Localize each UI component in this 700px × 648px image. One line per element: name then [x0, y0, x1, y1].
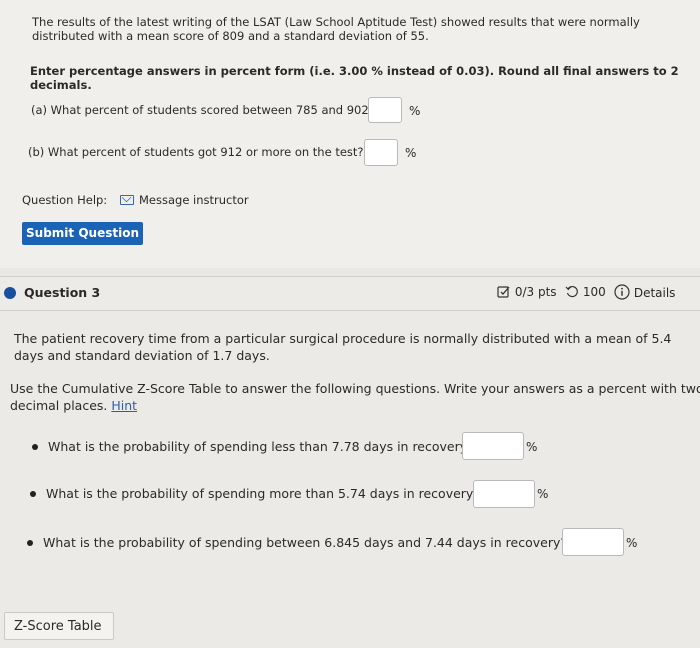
retry-icon	[565, 285, 578, 298]
instructions-line-2: decimal places. Hint	[10, 397, 137, 414]
submit-question-button[interactable]: Submit Question	[22, 222, 143, 245]
part-a-unit: %	[409, 104, 421, 118]
subquestion-2-answer-input[interactable]	[473, 480, 535, 508]
status-dot	[4, 287, 16, 299]
details-button[interactable]: Details	[614, 284, 675, 300]
info-icon	[614, 284, 630, 300]
envelope-icon	[120, 195, 134, 205]
z-score-table-button[interactable]: Z-Score Table	[4, 612, 114, 640]
part-b-unit: %	[405, 146, 417, 160]
question-stem-line-2: days and standard deviation of 1.7 days.	[14, 348, 270, 363]
question-stem-line-1: The patient recovery time from a particu…	[14, 331, 672, 346]
edit-check-icon	[497, 286, 510, 298]
hint-link[interactable]: Hint	[111, 398, 137, 413]
score-text: 0/3 pts	[514, 285, 557, 299]
instruction-line-1: Enter percentage answers in percent form…	[30, 64, 679, 78]
part-b-answer-input[interactable]	[364, 139, 398, 166]
subquestion-3-text: What is the probability of spending betw…	[43, 535, 567, 550]
message-instructor-label: Message instructor	[139, 193, 249, 207]
question-3-header: Question 3 0/3 pts 100 Details	[0, 276, 700, 311]
message-instructor-link[interactable]: Message instructor	[120, 193, 249, 208]
intro-line-1: The results of the latest writing of the…	[32, 15, 640, 29]
bullet-2	[30, 491, 36, 497]
part-a-label: (a) What percent of students scored betw…	[31, 103, 375, 117]
question-help-label: Question Help:	[22, 193, 108, 207]
subquestion-3-unit: %	[626, 536, 638, 550]
question-title: Question 3	[24, 285, 101, 300]
part-a-answer-input[interactable]	[368, 97, 402, 123]
subquestion-2-unit: %	[537, 487, 549, 501]
bullet-3	[27, 540, 33, 546]
score-badge: 0/3 pts	[497, 285, 557, 299]
subquestion-3-answer-input[interactable]	[562, 528, 624, 556]
instruction-line-2: decimals.	[30, 78, 92, 92]
subquestion-1-unit: %	[526, 440, 538, 454]
instructions-line-1: Use the Cumulative Z-Score Table to answ…	[10, 381, 700, 396]
subquestion-2-text: What is the probability of spending more…	[46, 486, 480, 501]
subquestion-1-answer-input[interactable]	[462, 432, 524, 460]
details-label: Details	[633, 286, 676, 300]
attempts-text: 100	[582, 285, 606, 299]
intro-line-2: distributed with a mean score of 809 and…	[32, 29, 429, 43]
part-b-label: (b) What percent of students got 912 or …	[28, 145, 364, 159]
bullet-1	[32, 444, 38, 450]
instructions-line-2-text: decimal places.	[10, 398, 108, 413]
attempts-badge: 100	[565, 285, 606, 299]
subquestion-1-text: What is the probability of spending less…	[48, 439, 474, 454]
